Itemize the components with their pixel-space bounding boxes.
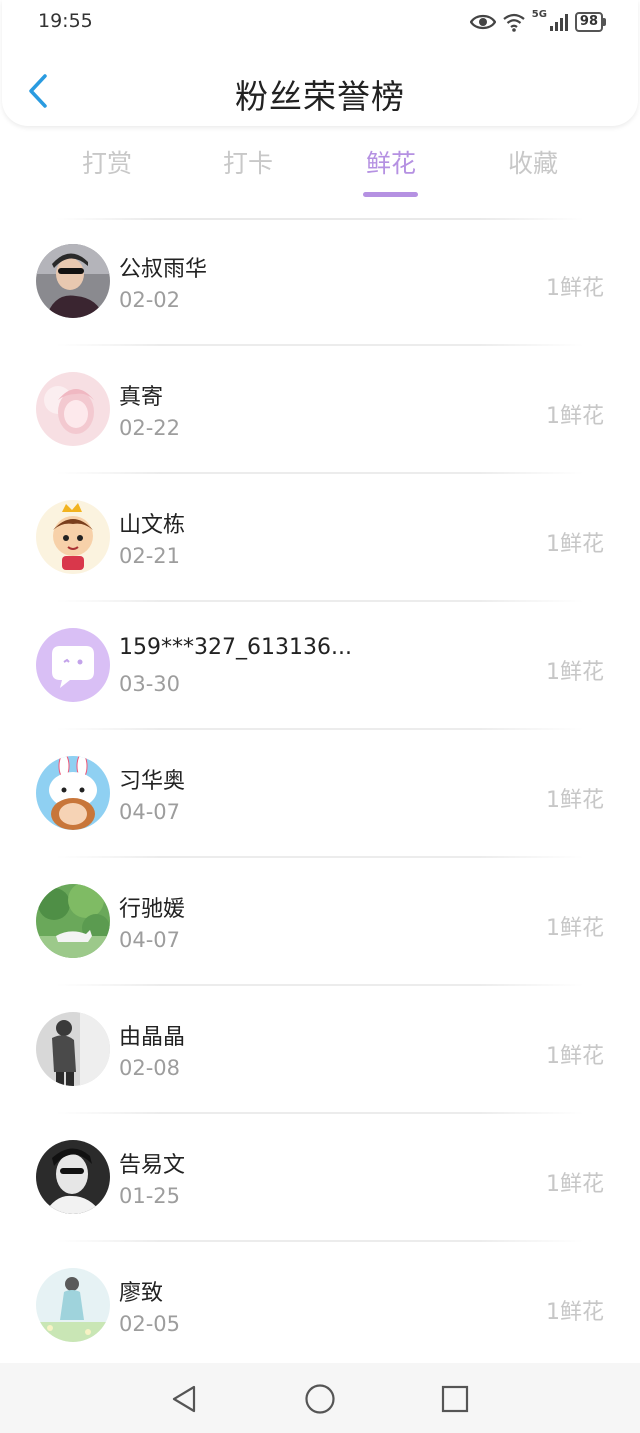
tab-active-indicator — [363, 192, 418, 197]
list-item[interactable]: 告易文 01-25 1鲜花 — [0, 1114, 640, 1242]
avatar — [36, 1268, 110, 1342]
flower-count: 1鲜花 — [546, 1044, 604, 1069]
signal-icon — [549, 14, 568, 31]
fan-date: 02-22 — [119, 416, 181, 440]
list-item[interactable]: 公叔雨华 02-02 1鲜花 — [0, 218, 640, 346]
list-item[interactable]: 行驰媛 04-07 1鲜花 — [0, 858, 640, 986]
fan-name: 告易文 — [119, 1153, 186, 1178]
fan-date: 04-07 — [119, 928, 181, 952]
fan-name: 159***327_613136... — [119, 635, 352, 660]
fan-name: 行驰媛 — [119, 897, 186, 922]
flower-count: 1鲜花 — [546, 916, 604, 941]
nav-back-button[interactable] — [166, 1381, 202, 1417]
list-item[interactable]: 习华奥 04-07 1鲜花 — [0, 730, 640, 858]
avatar — [36, 628, 110, 702]
avatar — [36, 244, 110, 318]
fan-name: 廖致 — [119, 1281, 164, 1306]
fan-name: 由晶晶 — [119, 1025, 186, 1050]
tab-checkin[interactable]: 打卡 — [193, 144, 303, 180]
avatar — [36, 500, 110, 574]
battery-icon: 98 — [574, 12, 606, 32]
flower-count: 1鲜花 — [546, 1300, 604, 1325]
flower-count: 1鲜花 — [546, 532, 604, 557]
fan-date: 01-25 — [119, 1184, 181, 1208]
flower-count: 1鲜花 — [546, 276, 604, 301]
avatar — [36, 1140, 110, 1214]
recents-square-icon — [441, 1385, 469, 1413]
fan-date: 03-30 — [119, 672, 181, 696]
wifi-icon — [503, 13, 525, 32]
fan-date: 04-07 — [119, 800, 181, 824]
tab-reward[interactable]: 打赏 — [52, 144, 162, 180]
fan-date: 02-05 — [119, 1312, 181, 1336]
tab-bar: 打赏 打卡 鲜花 收藏 — [0, 130, 640, 210]
avatar — [36, 884, 110, 958]
tab-favorites[interactable]: 收藏 — [478, 144, 588, 180]
battery-level: 98 — [574, 12, 603, 32]
fan-name: 习华奥 — [119, 769, 186, 794]
fan-date: 02-08 — [119, 1056, 181, 1080]
tab-flowers[interactable]: 鲜花 — [336, 144, 446, 180]
system-nav-bar — [0, 1363, 640, 1433]
fan-name: 真寄 — [119, 385, 164, 410]
list-item[interactable]: 山文栋 02-21 1鲜花 — [0, 474, 640, 602]
list-item[interactable]: 由晶晶 02-08 1鲜花 — [0, 986, 640, 1114]
list-item[interactable]: 159***327_613136... 03-30 1鲜花 — [0, 602, 640, 730]
fan-date: 02-21 — [119, 544, 181, 568]
flower-count: 1鲜花 — [546, 660, 604, 685]
flower-count: 1鲜花 — [546, 788, 604, 813]
nav-recents-button[interactable] — [437, 1381, 473, 1417]
home-circle-icon — [305, 1384, 335, 1414]
avatar — [36, 1012, 110, 1086]
eye-icon — [469, 14, 496, 30]
flower-count: 1鲜花 — [546, 1172, 604, 1197]
status-time: 19:55 — [38, 10, 93, 32]
fan-name: 山文栋 — [119, 513, 186, 538]
network-type: 5G — [531, 9, 547, 20]
nav-home-button[interactable] — [302, 1381, 338, 1417]
fan-date: 02-02 — [119, 288, 181, 312]
status-bar: 19:55 5G 98 — [0, 0, 640, 44]
status-icons: 5G 98 — [469, 9, 606, 35]
avatar — [36, 756, 110, 830]
back-triangle-icon — [172, 1385, 196, 1413]
list-item[interactable]: 廖致 02-05 1鲜花 — [0, 1242, 640, 1370]
fan-name: 公叔雨华 — [119, 257, 208, 282]
flower-count: 1鲜花 — [546, 404, 604, 429]
page-title: 粉丝荣誉榜 — [235, 77, 405, 116]
list-item[interactable]: 真寄 02-22 1鲜花 — [0, 346, 640, 474]
avatar — [36, 372, 110, 446]
